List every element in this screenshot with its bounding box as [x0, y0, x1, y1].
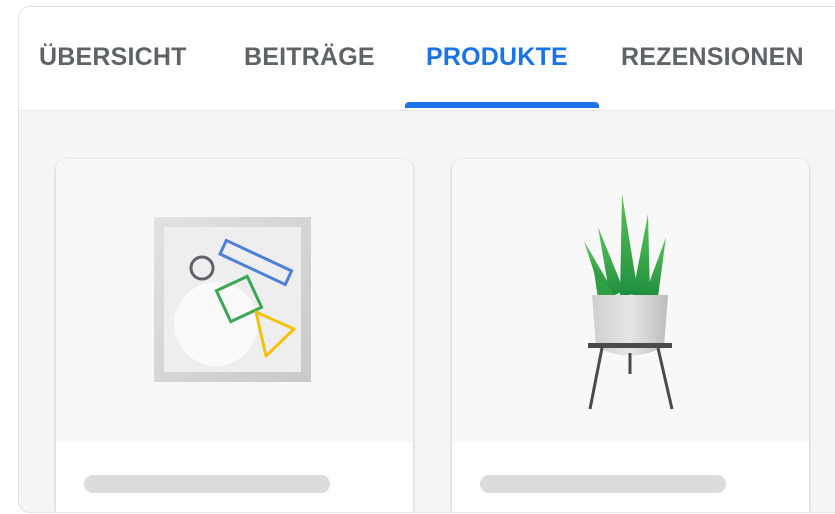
- title-placeholder: [480, 475, 726, 493]
- products-panel: ÜBERSICHT BEITRÄGE PRODUKTE REZENSIONEN: [18, 6, 835, 513]
- product-card-footer: [56, 442, 413, 512]
- potted-plant-icon: [584, 194, 674, 410]
- product-image: [56, 159, 413, 442]
- geometric-shapes-icon: [154, 217, 311, 382]
- title-placeholder: [84, 475, 330, 493]
- product-card[interactable]: [56, 159, 413, 512]
- active-tab-indicator: [405, 102, 599, 108]
- product-image: [452, 159, 809, 442]
- tab-products[interactable]: PRODUKTE: [426, 43, 568, 72]
- tab-reviews[interactable]: REZENSIONEN: [621, 43, 804, 72]
- product-card[interactable]: [452, 159, 809, 512]
- product-card-footer: [452, 442, 809, 512]
- tab-overview[interactable]: ÜBERSICHT: [39, 43, 187, 72]
- tab-bar: ÜBERSICHT BEITRÄGE PRODUKTE REZENSIONEN: [19, 7, 835, 111]
- tab-posts[interactable]: BEITRÄGE: [244, 43, 375, 72]
